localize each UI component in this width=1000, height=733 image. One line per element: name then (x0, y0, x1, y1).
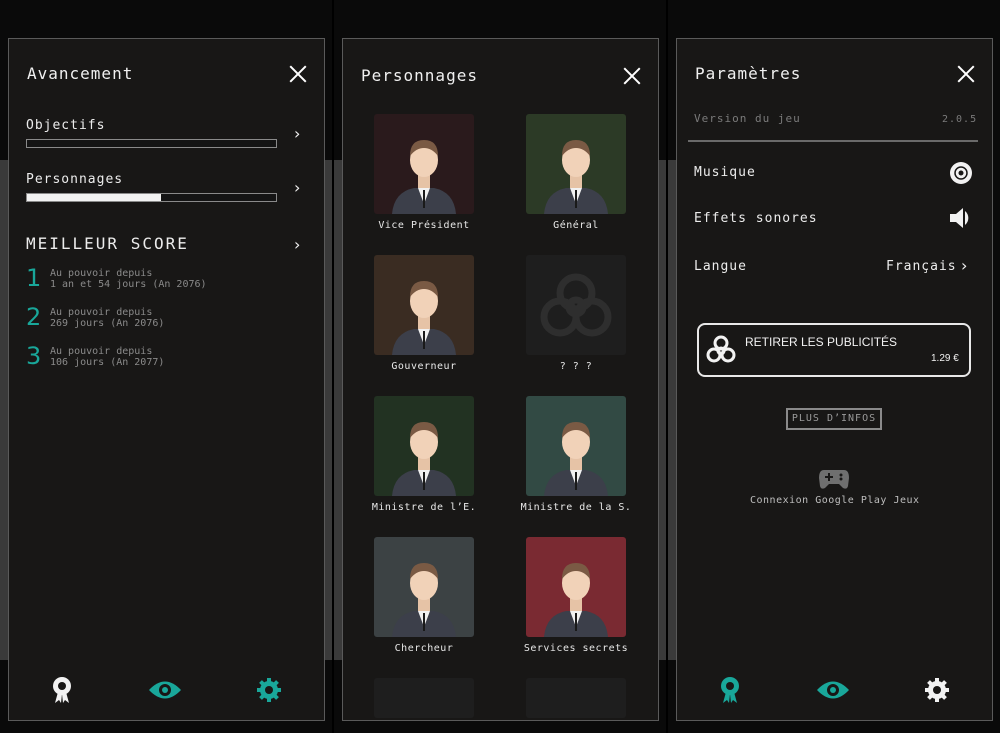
score-line: 269 jours (An 2076) (50, 318, 165, 329)
gear-icon[interactable] (256, 677, 282, 703)
score-line: Au pouvoir depuis (50, 307, 153, 318)
score-line: Au pouvoir depuis (50, 346, 153, 357)
close-icon[interactable] (957, 65, 975, 83)
chevron-right-icon[interactable]: › (294, 124, 300, 143)
eye-icon[interactable] (148, 679, 182, 701)
panel-title: Avancement (27, 64, 134, 83)
award-icon[interactable] (50, 676, 74, 704)
best-score-title: MEILLEUR SCORE (26, 234, 189, 253)
score-rank: 2 (26, 303, 42, 331)
character-card[interactable] (374, 114, 474, 214)
character-name: Gouverneur (391, 361, 457, 372)
character-avatar (392, 563, 456, 637)
version-value: 2.0.5 (942, 114, 978, 125)
close-icon[interactable] (289, 65, 307, 83)
score-line: 106 jours (An 2077) (50, 357, 165, 368)
characters-label: Personnages (26, 172, 124, 187)
chevron-right-icon[interactable]: › (961, 256, 967, 275)
character-avatar (392, 422, 456, 496)
panel-title: Paramètres (695, 64, 802, 83)
award-icon[interactable] (718, 676, 742, 704)
score-rank: 3 (26, 342, 42, 370)
score-line: 1 an et 54 jours (An 2076) (50, 279, 207, 290)
remove-ads-button[interactable] (697, 323, 971, 377)
sfx-label: Effets sonores (694, 211, 818, 226)
character-name: ? ? ? (559, 361, 593, 372)
character-avatar (544, 563, 608, 637)
character-name: Vice Président (378, 220, 470, 231)
character-avatar (392, 140, 456, 214)
character-card[interactable] (374, 537, 474, 637)
characters-progress-bar (26, 193, 277, 202)
locked-character-card (526, 678, 626, 718)
score-text: Au pouvoir depuis 1 an et 54 jours (An 20… (50, 268, 207, 290)
backdrop-band (325, 160, 332, 660)
speaker-icon[interactable] (948, 207, 974, 229)
language-label: Langue (694, 259, 747, 274)
backdrop-band (0, 160, 8, 660)
character-name: Ministre de l’E. (371, 502, 477, 513)
panel-title: Personnages (361, 66, 478, 85)
character-card[interactable] (374, 255, 474, 355)
score-text: Au pouvoir depuis 106 jours (An 2077) (50, 346, 164, 368)
objectives-label: Objectifs (26, 118, 106, 133)
character-avatar (544, 140, 608, 214)
character-name: Chercheur (394, 643, 454, 654)
score-text: Au pouvoir depuis 269 jours (An 2076) (50, 307, 164, 329)
character-card[interactable] (374, 396, 474, 496)
character-card[interactable] (526, 396, 626, 496)
character-avatar (392, 281, 456, 355)
close-icon[interactable] (623, 67, 641, 85)
characters-progress-fill (27, 194, 162, 201)
chevron-right-icon[interactable]: › (294, 178, 300, 197)
backdrop-band (659, 160, 666, 660)
disc-icon[interactable] (949, 161, 973, 185)
character-card[interactable] (526, 114, 626, 214)
biohazard-icon (706, 335, 736, 363)
character-name: Services secrets (523, 643, 629, 654)
eye-icon[interactable] (816, 679, 850, 701)
version-label: Version du jeu (694, 112, 801, 125)
character-name: Ministre de la S. (520, 502, 632, 513)
chevron-right-icon[interactable]: › (294, 235, 300, 254)
more-info-button[interactable]: PLUS D’INFOS (786, 408, 882, 430)
backdrop-band (668, 160, 676, 660)
gamepad-icon[interactable] (818, 468, 850, 490)
score-rank: 1 (26, 264, 42, 292)
gear-icon[interactable] (924, 677, 950, 703)
backdrop-band (334, 160, 342, 660)
character-avatar (544, 422, 608, 496)
objectives-progress-bar (26, 139, 277, 148)
divider (688, 140, 978, 142)
character-name: Général (553, 220, 599, 231)
remove-ads-label: RETIRER LES PUBLICITÉS (745, 335, 898, 349)
score-line: Au pouvoir depuis (50, 268, 153, 279)
biohazard-icon (540, 273, 612, 337)
music-label: Musique (694, 165, 756, 180)
google-play-label[interactable]: Connexion Google Play Jeux (750, 495, 920, 506)
remove-ads-price: 1.29 € (931, 353, 959, 364)
character-card[interactable] (526, 255, 626, 355)
language-value[interactable]: Français (886, 259, 957, 274)
character-card[interactable] (526, 537, 626, 637)
locked-character-card (374, 678, 474, 718)
